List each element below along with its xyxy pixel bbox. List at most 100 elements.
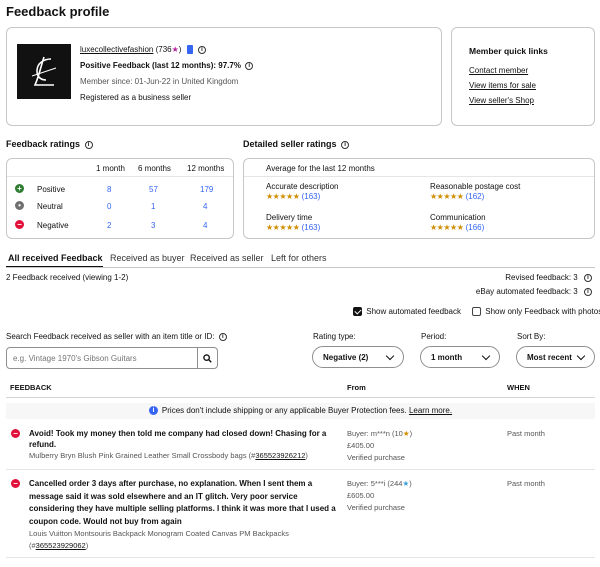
feedback-item: Mulberry Bryn Blush Pink Grained Leather…	[29, 450, 349, 461]
feedback-text: Avoid! Took my money then told me compan…	[29, 429, 327, 449]
rating-label: Negative	[37, 221, 69, 230]
shop-badge-icon	[186, 45, 193, 55]
detailed-rating-item: Accurate description ★★★★★ (163)	[266, 182, 338, 201]
rating-value[interactable]: 179	[200, 185, 213, 194]
detailed-rating-count: (163)	[301, 223, 321, 232]
period-label: Period:	[421, 332, 447, 341]
show-photos-checkbox[interactable]: Show only Feedback with photos	[472, 307, 600, 317]
contact-member-link[interactable]: Contact member	[469, 66, 528, 75]
tab-received-as-buyer[interactable]: Received as buyer	[110, 253, 185, 263]
show-automated-label: Show automated feedback	[366, 307, 461, 316]
period-select[interactable]: 1 month	[420, 346, 500, 368]
negative-feedback-icon: −	[11, 479, 20, 488]
rating-value[interactable]: 4	[203, 202, 207, 211]
item-open: (#	[29, 541, 36, 550]
rating-row-negative: − Negative 2 3 4	[15, 220, 230, 232]
info-icon[interactable]: i	[245, 61, 254, 70]
feedback-count: 2 Feedback received (viewing 1-2)	[6, 273, 129, 282]
item-id-link[interactable]: 365523926212	[255, 451, 305, 460]
detailed-rating-label: Reasonable postage cost	[430, 182, 521, 191]
feedback-column-header: FEEDBACK	[10, 383, 52, 392]
checkbox-checked-icon	[353, 307, 362, 317]
member-since: Member since: 01-Jun-22 in United Kingdo…	[80, 77, 239, 86]
tab-all-received[interactable]: All received Feedback	[8, 253, 103, 263]
rating-row-positive: + Positive 8 57 179	[15, 184, 230, 196]
rating-value[interactable]: 4	[203, 221, 207, 230]
show-photos-label: Show only Feedback with photos	[485, 307, 600, 316]
rating-type-value: Negative (2)	[323, 352, 369, 362]
feedback-item: Louis Vuitton Montsouris Backpack Monogr…	[29, 529, 289, 538]
detailed-rating-item: Reasonable postage cost ★★★★★ (162)	[430, 182, 520, 201]
rating-value[interactable]: 3	[151, 221, 155, 230]
plus-icon: +	[15, 184, 24, 194]
item-id-link[interactable]: 365523929062	[36, 541, 86, 550]
rating-type-select[interactable]: Negative (2)	[312, 346, 404, 368]
info-filled-icon: i	[148, 406, 158, 416]
buyer-name: Buyer: 5***i (244	[347, 479, 403, 488]
show-automated-checkbox[interactable]: Show automated feedback	[353, 307, 461, 317]
rating-value[interactable]: 8	[107, 185, 111, 194]
info-icon[interactable]: i	[584, 273, 592, 282]
verified-purchase: Verified purchase	[347, 503, 405, 512]
view-shop-link[interactable]: View seller's Shop	[469, 96, 534, 105]
feedback-when: Past month	[507, 429, 545, 438]
item-price: £605.00	[347, 491, 375, 500]
detailed-rating-count: (162)	[465, 192, 485, 201]
rating-value[interactable]: 1	[151, 202, 155, 211]
detailed-ratings-card: Average for the last 12 months Accurate …	[243, 158, 595, 239]
search-label: Search Feedback received as seller with …	[6, 332, 215, 341]
stars-icon: ★★★★★	[430, 223, 464, 232]
info-icon[interactable]: i	[341, 140, 350, 149]
seller-score: (736	[155, 45, 172, 54]
sort-label: Sort By:	[517, 332, 546, 341]
rating-type-label: Rating type:	[313, 332, 356, 341]
search-icon	[203, 353, 212, 363]
rating-value[interactable]: 2	[107, 221, 111, 230]
tab-received-as-seller[interactable]: Received as seller	[190, 253, 264, 263]
detailed-rating-item: Communication ★★★★★ (166)	[430, 213, 486, 232]
price-notice: i Prices don't include shipping or any ap…	[6, 403, 595, 419]
seller-username-link[interactable]: luxecollectivefashion	[80, 45, 153, 54]
item-price: £405.00	[347, 441, 375, 450]
sort-select[interactable]: Most recent	[516, 346, 595, 368]
detailed-rating-item: Delivery time ★★★★★ (163)	[266, 213, 320, 232]
rating-label: Positive	[37, 185, 66, 194]
neutral-icon: •	[15, 201, 24, 211]
verified-purchase: Verified purchase	[347, 453, 405, 462]
rating-value[interactable]: 0	[107, 202, 111, 211]
detailed-ratings-title: Detailed seller ratings	[243, 139, 337, 149]
price-notice-text: Prices don't include shipping or any app…	[161, 406, 407, 415]
info-icon[interactable]: i	[84, 140, 93, 149]
feedback-ratings-card: 1 month 6 months 12 months + Positive 8 …	[6, 158, 234, 239]
tabs-divider	[6, 267, 595, 268]
detailed-rating-label: Accurate description	[266, 182, 339, 191]
table-row: − Avoid! Took my money then told me comp…	[6, 425, 595, 469]
tab-left-for-others[interactable]: Left for others	[271, 253, 327, 263]
feedback-when: Past month	[507, 479, 545, 488]
learn-more-link[interactable]: Learn more.	[409, 406, 452, 415]
buyer-name: Buyer: m***n (10	[347, 429, 403, 438]
detailed-rating-count: (163)	[301, 192, 321, 201]
when-column-header: WHEN	[507, 383, 530, 392]
profile-card: luxecollectivefashion (736★) i Positive …	[6, 27, 442, 126]
search-box	[6, 347, 218, 369]
view-items-link[interactable]: View items for sale	[469, 81, 536, 90]
stars-icon: ★★★★★	[266, 192, 300, 201]
search-button[interactable]	[197, 348, 217, 368]
rating-value[interactable]: 57	[149, 185, 158, 194]
item-title: Mulberry Bryn Blush Pink Grained Leather…	[29, 451, 256, 460]
search-input[interactable]	[7, 348, 197, 368]
detailed-rating-label: Communication	[430, 213, 486, 222]
positive-feedback-percent: Positive Feedback (last 12 months): 97.7…	[80, 61, 241, 70]
detailed-ratings-subtitle: Average for the last 12 months	[266, 164, 375, 173]
buyer-close: )	[409, 429, 413, 438]
detailed-rating-label: Delivery time	[266, 213, 313, 222]
info-icon[interactable]: i	[218, 332, 227, 341]
buyer-close: )	[409, 479, 412, 488]
info-icon[interactable]: i	[584, 287, 592, 296]
revised-feedback-count: Revised feedback: 3	[505, 273, 578, 282]
chevron-down-icon	[385, 351, 395, 360]
info-icon[interactable]: i	[197, 45, 206, 54]
minus-icon: −	[15, 220, 24, 230]
from-column-header: From	[347, 383, 366, 392]
